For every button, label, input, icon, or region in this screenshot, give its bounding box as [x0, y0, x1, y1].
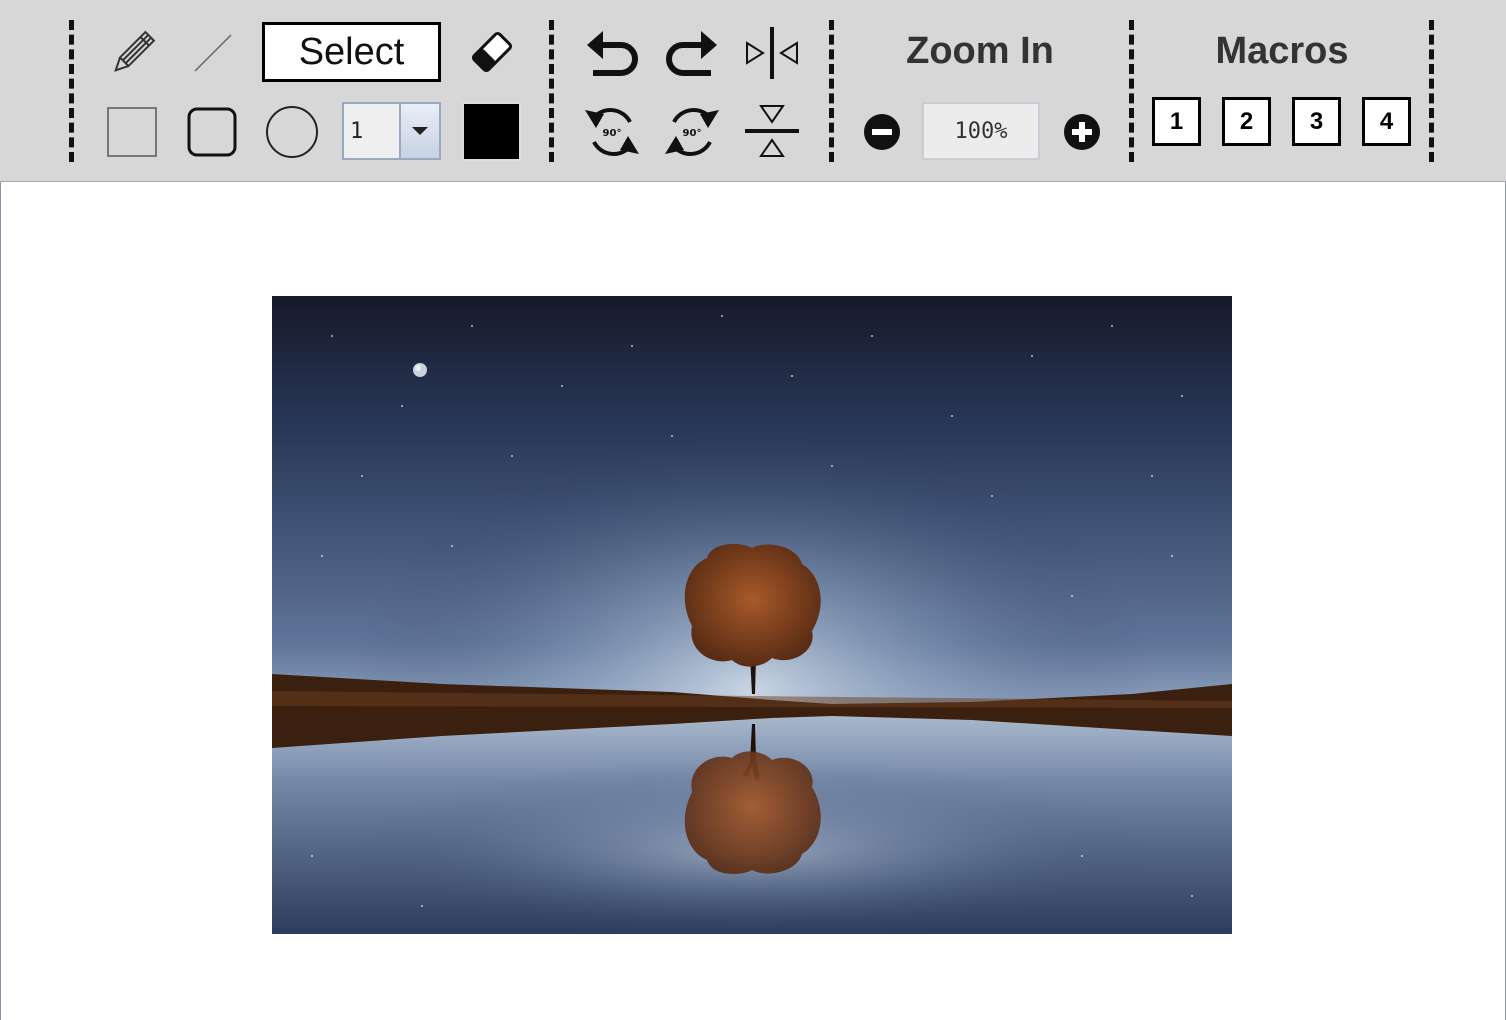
macro-button-2[interactable]: 2 [1222, 97, 1271, 146]
flip-vertical-icon[interactable] [742, 102, 802, 160]
toolbar-separator [829, 20, 834, 162]
zoom-level-field[interactable]: 100% [922, 102, 1040, 160]
flip-horizontal-icon[interactable] [742, 24, 802, 82]
eraser-icon[interactable] [462, 22, 522, 82]
redo-icon[interactable] [662, 24, 722, 84]
rotate-cw-icon[interactable]: 90° [662, 102, 722, 162]
macro-button-3[interactable]: 3 [1292, 97, 1341, 146]
zoom-title: Zoom In [906, 30, 1054, 72]
canvas-image[interactable] [272, 296, 1232, 934]
color-swatch[interactable] [462, 102, 521, 161]
rotate-ccw-icon[interactable]: 90° [582, 102, 642, 162]
ellipse-icon[interactable] [264, 104, 320, 160]
zoom-out-icon[interactable] [862, 112, 902, 152]
macro-button-4[interactable]: 4 [1362, 97, 1411, 146]
line-icon[interactable] [184, 24, 240, 80]
toolbar-separator [549, 20, 554, 162]
rotate-ccw-label: 90° [603, 128, 622, 139]
rotate-cw-label: 90° [683, 128, 702, 139]
toolbar-separator [1429, 20, 1434, 162]
zoom-in-icon[interactable] [1062, 112, 1102, 152]
rounded-rectangle-icon[interactable] [184, 104, 240, 160]
line-width-value: 1 [350, 118, 364, 144]
undo-icon[interactable] [582, 24, 642, 84]
chevron-down-icon[interactable] [399, 104, 439, 158]
line-width-select[interactable]: 1 [342, 102, 441, 160]
toolbar-separator [1129, 20, 1134, 162]
select-button[interactable]: Select [262, 22, 441, 82]
macro-button-1[interactable]: 1 [1152, 97, 1201, 146]
macros-title: Macros [1215, 30, 1349, 72]
pencil-icon[interactable] [102, 24, 162, 84]
rectangle-icon[interactable] [104, 104, 160, 160]
toolbar: Select 1 90° 90° Zoom In 100% Macros 1 2… [0, 0, 1506, 182]
toolbar-separator [69, 20, 74, 162]
